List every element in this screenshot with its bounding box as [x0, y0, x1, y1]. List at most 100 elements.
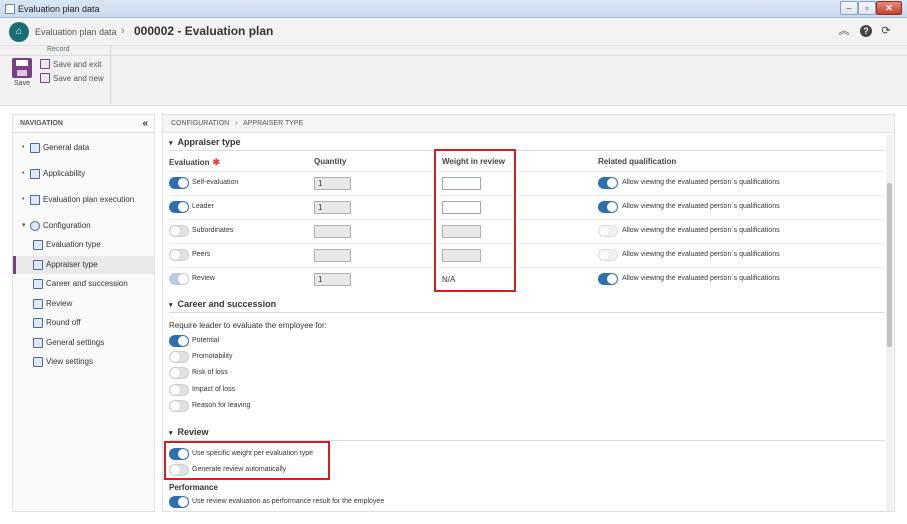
related-qualification-toggle[interactable] — [598, 177, 618, 189]
section-divider — [169, 150, 885, 151]
bullet-icon: • — [22, 196, 25, 203]
window-title-bar: Evaluation plan data – ▫ ✕ — [0, 0, 907, 18]
close-icon[interactable]: ✕ — [876, 1, 902, 15]
nav-item-round-off[interactable]: Round off — [13, 314, 154, 332]
nav-item-label: Round off — [46, 318, 81, 327]
applicability-icon — [30, 169, 40, 179]
row-label: Peers — [192, 251, 211, 258]
maximize-icon[interactable]: ▫ — [858, 1, 876, 15]
view-settings-icon — [33, 357, 43, 367]
save-label: Save — [14, 80, 30, 87]
ribbon-divider — [111, 55, 907, 56]
related-label: Allow viewing the evaluated person`s qua… — [622, 203, 780, 210]
nav-item-configuration[interactable]: ▾ Configuration — [13, 217, 154, 235]
review-toggle[interactable] — [169, 273, 189, 285]
self-evaluation-toggle[interactable] — [169, 177, 189, 189]
nav-item-view-settings[interactable]: View settings — [13, 353, 154, 371]
save-and-exit-button[interactable]: Save and exit — [40, 59, 101, 71]
nav-item-label: Evaluation plan execution — [43, 195, 135, 204]
promotability-toggle[interactable] — [169, 351, 189, 363]
nav-item-general-data[interactable]: • General data — [13, 139, 154, 157]
record-title: 000002 - Evaluation plan — [134, 24, 274, 38]
content-panel: CONFIGURATION › APPRAISER TYPE ▾ Appraise… — [162, 114, 895, 512]
bullet-icon: • — [22, 170, 25, 177]
window-title: Evaluation plan data — [18, 4, 100, 14]
quantity-input[interactable]: 1 — [314, 177, 351, 190]
refresh-icon[interactable]: ⟳ — [879, 24, 893, 38]
related-qualification-toggle[interactable] — [598, 273, 618, 285]
collapse-nav-icon[interactable]: « — [142, 115, 148, 133]
appraiser-type-icon — [33, 260, 43, 270]
option-label: Impact of loss — [192, 386, 236, 393]
review-icon — [33, 299, 43, 309]
option-label: Promotability — [192, 353, 233, 360]
required-icon: ✱ — [212, 157, 220, 167]
nav-item-general-settings[interactable]: General settings — [13, 334, 154, 352]
scrollbar-thumb[interactable] — [887, 183, 892, 347]
quantity-input[interactable]: 1 — [314, 201, 351, 214]
peers-toggle[interactable] — [169, 249, 189, 261]
related-label: Allow viewing the evaluated person`s qua… — [622, 251, 780, 258]
breadcrumb: CONFIGURATION › APPRAISER TYPE — [163, 115, 894, 133]
appraiser-type-section-title[interactable]: ▾ Appraiser type — [169, 137, 241, 147]
related-qualification-toggle[interactable] — [598, 249, 618, 261]
related-label: Allow viewing the evaluated person`s qua… — [622, 275, 780, 282]
nav-item-career-and-succession[interactable]: Career and succession — [13, 275, 154, 293]
breadcrumb-current: APPRAISER TYPE — [243, 120, 304, 127]
section-title-label: Appraiser type — [177, 137, 241, 147]
nav-item-label: Career and succession — [46, 279, 128, 288]
related-label: Allow viewing the evaluated person`s qua… — [622, 179, 780, 186]
ribbon-separator — [110, 46, 111, 104]
risk-of-loss-toggle[interactable] — [169, 367, 189, 379]
minimize-icon[interactable]: – — [840, 1, 858, 15]
help-icon[interactable]: ? — [860, 25, 872, 37]
vertical-scrollbar[interactable] — [886, 135, 893, 511]
header-separator: › — [121, 25, 125, 37]
collapse-header-icon[interactable]: ︽ — [837, 24, 851, 38]
nav-item-appraiser-type[interactable]: Appraiser type — [13, 256, 154, 274]
nav-item-label: Applicability — [43, 169, 86, 178]
career-section-title[interactable]: ▾ Career and succession — [169, 299, 276, 309]
general-data-icon — [30, 143, 40, 153]
review-options-highlight — [164, 441, 330, 480]
expand-icon[interactable]: ▾ — [22, 217, 26, 235]
quantity-input[interactable] — [314, 249, 351, 262]
impact-of-loss-toggle[interactable] — [169, 384, 189, 396]
save-icon — [12, 58, 32, 78]
leader-toggle[interactable] — [169, 201, 189, 213]
nav-item-evaluation-plan-execution[interactable]: • Evaluation plan execution — [13, 191, 154, 209]
ribbon-group-record: Record — [47, 46, 70, 53]
review-section-title[interactable]: ▾ Review — [169, 427, 209, 437]
related-qualification-toggle[interactable] — [598, 201, 618, 213]
nav-item-label: View settings — [46, 357, 93, 366]
collapse-section-icon: ▾ — [169, 430, 173, 437]
navigation-title: NAVIGATION — [20, 120, 63, 127]
related-qualification-toggle[interactable] — [598, 225, 618, 237]
save-and-new-button[interactable]: Save and new — [40, 73, 104, 85]
nav-item-label: Evaluation type — [46, 240, 101, 249]
header-app-label[interactable]: Evaluation plan data — [35, 27, 117, 37]
reason-for-leaving-toggle[interactable] — [169, 400, 189, 412]
general-settings-icon — [33, 338, 43, 348]
potential-toggle[interactable] — [169, 335, 189, 347]
breadcrumb-parent[interactable]: CONFIGURATION — [171, 120, 229, 127]
navigation-header: NAVIGATION « — [13, 115, 154, 133]
option-label: Potential — [192, 337, 220, 344]
save-button[interactable]: Save — [10, 58, 34, 92]
performance-toggle[interactable] — [169, 496, 189, 508]
section-title-label: Review — [177, 427, 209, 437]
nav-item-label: General settings — [46, 338, 105, 347]
ribbon-divider — [0, 55, 110, 56]
nav-item-applicability[interactable]: • Applicability — [13, 165, 154, 183]
column-evaluation-label: Evaluation — [169, 158, 210, 167]
row-label: Review — [192, 275, 215, 282]
subordinates-toggle[interactable] — [169, 225, 189, 237]
row-label: Leader — [192, 203, 214, 210]
nav-item-review[interactable]: Review — [13, 295, 154, 313]
quantity-input[interactable] — [314, 225, 351, 238]
gear-icon — [30, 221, 40, 231]
quantity-input[interactable]: 1 — [314, 273, 351, 286]
nav-item-evaluation-type[interactable]: Evaluation type — [13, 236, 154, 254]
window-app-icon — [5, 4, 15, 14]
row-divider — [169, 171, 885, 172]
